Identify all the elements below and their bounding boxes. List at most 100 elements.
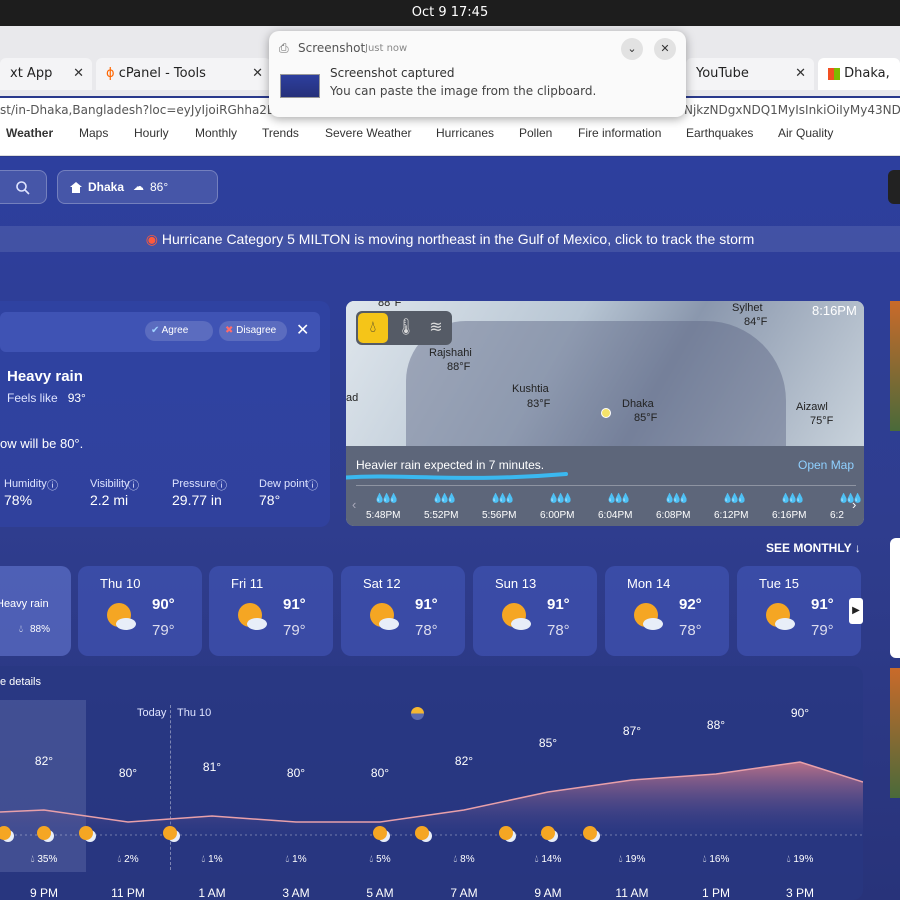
wind-layer-icon[interactable]: ≋ <box>422 313 450 343</box>
expand-button[interactable]: ⌄ <box>621 38 643 60</box>
close-icon: ✕ <box>660 42 670 55</box>
raindrop-icon: 💧︎ <box>369 854 374 865</box>
tab-youtube[interactable]: YouTube ✕ <box>686 58 814 90</box>
map-time-label[interactable]: 6:16PM <box>772 510 806 521</box>
hour-temp: 81° <box>202 760 222 774</box>
tab-text-app[interactable]: xt App ✕ <box>0 58 92 90</box>
day-card[interactable]: Sat 12 91° 78° <box>341 566 465 656</box>
nav-trends[interactable]: Trends <box>262 126 299 140</box>
map-time-label[interactable]: 6:2 <box>830 510 844 521</box>
day-label: Mon 14 <box>627 576 671 591</box>
hour-time: 11 PM <box>111 886 145 900</box>
rain-drops-icon: 💧💧💧 <box>548 493 574 503</box>
stat-label: Visibility <box>90 478 130 490</box>
nav-maps[interactable]: Maps <box>79 126 108 140</box>
tab-label: xt App <box>10 66 53 81</box>
temperature-layer-icon[interactable]: 🌡︎ <box>392 313 420 343</box>
day-high: 91° <box>283 596 306 613</box>
day-low: 78° <box>415 622 438 639</box>
today-precip: 88% <box>30 624 51 635</box>
day-high: 91° <box>415 596 438 613</box>
info-icon[interactable]: ⓘ <box>216 477 227 493</box>
hour-temp: 80° <box>118 766 138 780</box>
nav-fire-information[interactable]: Fire information <box>578 126 661 140</box>
hour-time: 1 PM <box>701 886 730 900</box>
hour-precip: 💧︎ 16% <box>691 854 741 865</box>
nav-earthquakes[interactable]: Earthquakes <box>686 126 753 140</box>
hour-precip-value: 1% <box>208 854 223 865</box>
partly-sunny-icon <box>766 603 795 630</box>
raindrop-icon: 💧︎ <box>453 854 458 865</box>
search-button[interactable] <box>0 170 47 204</box>
today-card[interactable]: Heavy rain 💧︎ 88% <box>0 566 71 656</box>
raindrop-icon: 💧︎ <box>19 624 23 635</box>
feels-like-label: Feels like <box>7 391 58 405</box>
hour-precip-value: 16% <box>709 854 730 865</box>
map-time-label[interactable]: 5:56PM <box>482 510 516 521</box>
disagree-button[interactable]: ✖ Disagree <box>219 321 287 341</box>
info-icon[interactable]: ⓘ <box>128 477 139 493</box>
hour-precip-value: 2% <box>124 854 139 865</box>
hurricane-icon: ◉ <box>145 231 158 247</box>
map-time-label[interactable]: 6:00PM <box>540 510 574 521</box>
chevron-left-icon[interactable]: ‹ <box>352 497 356 512</box>
close-icon[interactable]: ✕ <box>795 58 806 90</box>
map-time-label[interactable]: 5:48PM <box>366 510 400 521</box>
side-widget[interactable] <box>888 170 900 204</box>
map-time-label[interactable]: 6:12PM <box>714 510 748 521</box>
hour-time: 5 AM <box>366 886 394 900</box>
close-icon[interactable]: ✕ <box>296 320 309 340</box>
check-icon: ✔ <box>151 325 160 336</box>
close-button[interactable]: ✕ <box>654 38 676 60</box>
side-panel <box>890 538 900 658</box>
info-icon[interactable]: ⓘ <box>307 477 318 493</box>
nav-hourly[interactable]: Hourly <box>134 126 169 140</box>
tab-label: cPanel - Tools <box>118 66 206 81</box>
day-card[interactable]: Thu 10 90° 79° <box>78 566 202 656</box>
day-card[interactable]: Tue 15 91° 79° <box>737 566 861 656</box>
precip-layer-icon[interactable]: 💧︎ <box>358 313 388 343</box>
day-low: 78° <box>547 622 570 639</box>
partly-sunny-icon <box>238 603 267 630</box>
hour-precip: 💧︎ 14% <box>523 854 573 865</box>
ad-thumbnail[interactable] <box>890 301 900 431</box>
tab-cpanel[interactable]: ϕ cPanel - Tools ✕ <box>96 58 271 90</box>
hour-precip-value: 19% <box>793 854 814 865</box>
nav-monthly[interactable]: Monthly <box>195 126 237 140</box>
close-icon[interactable]: ✕ <box>252 58 263 90</box>
screenshot-notification[interactable]: ⎙ Screenshot Just now ⌄ ✕ Screenshot cap… <box>269 31 686 117</box>
hour-temp: 87° <box>622 724 642 738</box>
info-icon[interactable]: ⓘ <box>47 477 58 493</box>
hour-precip: 💧︎ 8% <box>439 854 489 865</box>
hurricane-alert[interactable]: ◉ Hurricane Category 5 MILTON is moving … <box>0 226 900 252</box>
radar-map[interactable]: 💧︎ 🌡︎ ≋ 8:16PM Sylhet 84°F Rajshahi 88°F… <box>346 301 864 526</box>
annotation-underline <box>346 472 568 480</box>
raindrop-icon: 💧︎ <box>534 854 539 865</box>
day-card[interactable]: Sun 13 91° 78° <box>473 566 597 656</box>
nav-air-quality[interactable]: Air Quality <box>778 126 833 140</box>
see-monthly-link[interactable]: SEE MONTHLY ↓ <box>766 541 861 555</box>
current-location-button[interactable]: Dhaka ☁ 86° <box>57 170 218 204</box>
next-days-button[interactable]: ▶ <box>849 598 863 624</box>
nav-pollen[interactable]: Pollen <box>519 126 552 140</box>
tab-dhaka-weather[interactable]: Dhaka, Ba <box>818 58 900 113</box>
day-label: Tue 15 <box>759 576 799 591</box>
agree-button[interactable]: ✔ Agree <box>145 321 213 341</box>
close-icon[interactable]: ✕ <box>73 58 84 90</box>
nav-weather[interactable]: Weather <box>6 126 53 140</box>
open-map-link[interactable]: Open Map <box>798 458 854 472</box>
partly-sunny-icon <box>634 603 663 630</box>
rain-drops-icon: 💧💧💧 <box>664 493 690 503</box>
map-time-label[interactable]: 6:08PM <box>656 510 690 521</box>
nav-hurricanes[interactable]: Hurricanes <box>436 126 494 140</box>
map-time-label[interactable]: 5:52PM <box>424 510 458 521</box>
ad-thumbnail[interactable] <box>890 668 900 798</box>
day-card[interactable]: Fri 11 91° 79° <box>209 566 333 656</box>
stat-label: Humidity <box>4 478 47 490</box>
nav-severe-weather[interactable]: Severe Weather <box>325 126 412 140</box>
hour-weather-icon <box>0 826 11 840</box>
map-time-label[interactable]: 6:04PM <box>598 510 632 521</box>
day-card[interactable]: Mon 14 92° 78° <box>605 566 729 656</box>
see-monthly-label: SEE MONTHLY <box>766 541 852 555</box>
map-city-name: Dhaka <box>622 398 654 410</box>
